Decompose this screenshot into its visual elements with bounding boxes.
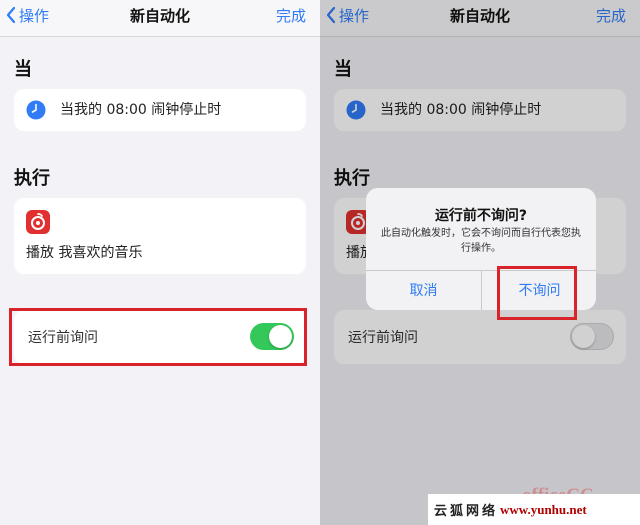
dialog-title: 运行前不询问?: [434, 208, 528, 224]
highlight-box: [497, 266, 577, 320]
watermark: 云狐网络 www.yunhu.net: [428, 494, 640, 525]
highlight-box: [9, 308, 307, 366]
done-button[interactable]: 完成: [276, 5, 306, 26]
action-card[interactable]: 播放 我喜欢的音乐: [14, 198, 306, 274]
dialog-message: 此自动化触发时，它会不询问而自行代表您执行操作。: [381, 228, 581, 254]
when-section-label: 当: [14, 59, 32, 80]
music-app-icon: [26, 210, 50, 234]
trigger-card[interactable]: 当我的 08:00 闹钟停止时: [14, 89, 306, 131]
left-screen: 操作 新自动化 完成 当 当我的 08:00 闹钟停止时 执行 播放 我喜欢的音…: [0, 0, 320, 525]
trigger-text: 当我的 08:00 闹钟停止时: [60, 102, 222, 118]
navigation-bar: 操作 新自动化 完成: [0, 0, 320, 37]
action-text: 播放 我喜欢的音乐: [26, 245, 143, 261]
do-section-label: 执行: [14, 168, 50, 189]
watermark-site-name: 云狐网络: [434, 504, 499, 519]
clock-icon: [26, 100, 46, 120]
watermark-url: www.yunhu.net: [500, 501, 587, 517]
page-title: 新自动化: [129, 7, 190, 25]
cancel-button[interactable]: 取消: [366, 270, 481, 310]
right-screen: 操作 新自动化 完成 当 当我的 08:00 闹钟停止时 执行 播放 运行前询问…: [320, 0, 640, 525]
